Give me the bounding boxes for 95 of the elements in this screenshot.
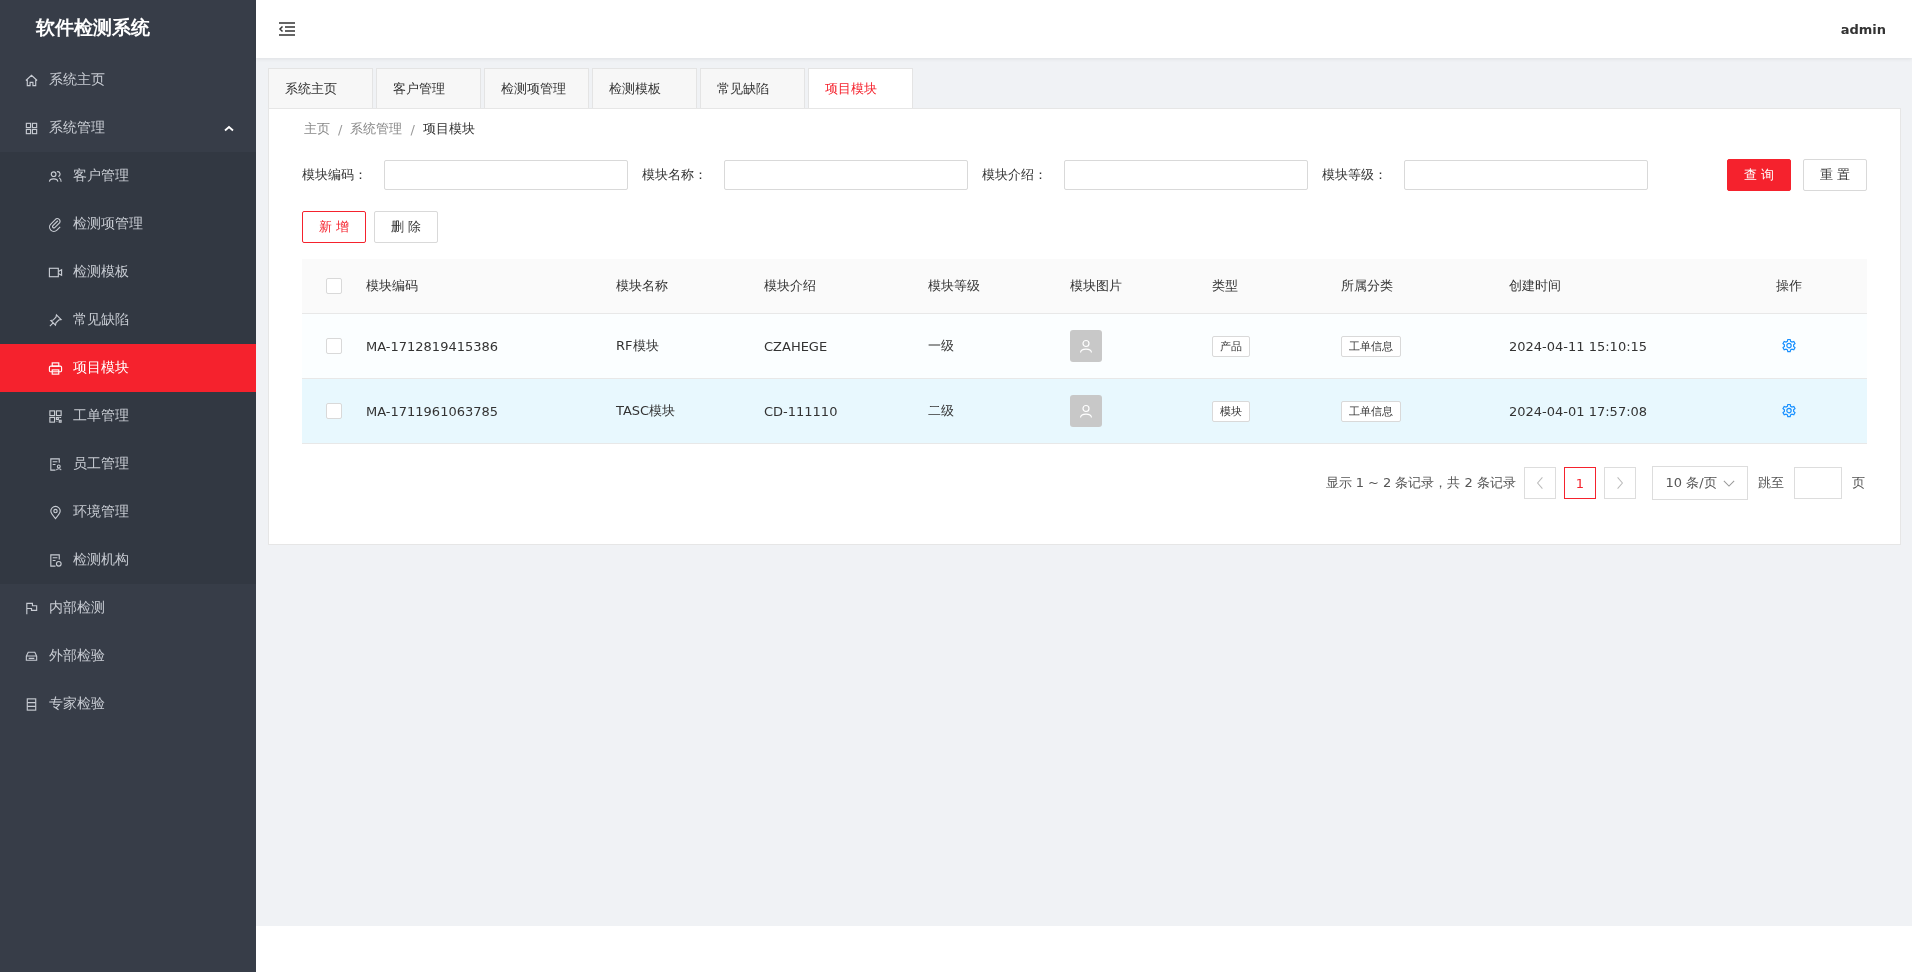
table-cell: MA-1711961063785	[366, 403, 499, 419]
column-header: 类型	[1212, 278, 1238, 293]
image-placeholder	[1070, 330, 1102, 362]
docuser-icon	[48, 456, 63, 472]
table-cell: 二级	[928, 403, 954, 418]
jump-label: 跳至	[1757, 474, 1785, 492]
reset-button[interactable]: 重 置	[1802, 159, 1867, 191]
qr-icon	[48, 408, 63, 424]
type-tag: 模块	[1212, 400, 1250, 422]
previous-page-button[interactable]	[1524, 467, 1556, 499]
grid-icon	[24, 120, 39, 136]
location-icon	[48, 504, 63, 520]
sidebar-item[interactable]: 外部检验	[0, 632, 256, 680]
page-tab[interactable]: 检测模板	[592, 68, 697, 108]
table-row[interactable]: MA-1711961063785 TASC模块 CD-111110 二级 模块 工单信息 2024-04-01 17:57:08	[302, 379, 1867, 444]
breadcrumb-item[interactable]: 系统管理	[350, 120, 403, 138]
sidebar-item[interactable]: 专家检验	[0, 680, 256, 728]
home-icon	[24, 72, 39, 88]
table-cell: TASC模块	[616, 403, 676, 418]
checkbox[interactable]	[326, 278, 342, 294]
table-cell: MA-1712819415386	[366, 338, 499, 354]
users-icon	[48, 168, 63, 184]
page-tab[interactable]: 项目模块	[808, 68, 913, 108]
sidebar-item[interactable]: 环境管理	[0, 488, 256, 536]
filter-label: 模块等级：	[1322, 166, 1388, 184]
doc-icon	[48, 552, 63, 568]
chevron-right-icon	[1616, 476, 1624, 490]
column-header: 所属分类	[1341, 278, 1393, 293]
printer-icon	[48, 360, 63, 376]
page-input[interactable]	[1794, 467, 1842, 499]
column-header: 模块图片	[1070, 278, 1122, 293]
menu-icon[interactable]	[278, 22, 296, 36]
category-tag: 工单信息	[1341, 400, 1401, 422]
breadcrumb-item: 项目模块	[422, 120, 475, 138]
settings-icon[interactable]	[1781, 403, 1797, 419]
input-field[interactable]	[1404, 160, 1648, 190]
query-button[interactable]: 查 询	[1726, 159, 1791, 191]
page-button[interactable]: 1	[1564, 467, 1596, 499]
table-cell: 一级	[928, 338, 954, 353]
page-tab[interactable]: 检测项管理	[484, 68, 589, 108]
next-page-button[interactable]	[1604, 467, 1636, 499]
user-name[interactable]: admin	[1840, 21, 1886, 37]
image-placeholder	[1070, 395, 1102, 427]
filter-label: 模块编码：	[302, 166, 368, 184]
flag-icon	[24, 600, 39, 616]
category-tag: 工单信息	[1341, 335, 1401, 357]
sidebar-item[interactable]: 项目模块	[0, 344, 256, 392]
input-field[interactable]	[1064, 160, 1308, 190]
filter-label: 模块名称：	[642, 166, 708, 184]
server-icon	[24, 696, 39, 712]
filter-label: 模块介绍：	[982, 166, 1048, 184]
table-cell: 2024-04-11 15:10:15	[1509, 338, 1648, 354]
table-cell: CZAHEGE	[764, 338, 828, 354]
column-header: 创建时间	[1509, 278, 1561, 293]
table-row[interactable]: MA-1712819415386 RF模块 CZAHEGE 一级 产品 工单信息 2024-04-11 15:10:15	[302, 314, 1867, 379]
table-cell: RF模块	[616, 338, 659, 353]
page-size-select[interactable]: 10 条/页	[1652, 466, 1748, 500]
page-unit: 页	[1851, 474, 1866, 492]
sidebar-item[interactable]: 系统主页	[0, 56, 256, 104]
column-header: 模块编码	[366, 278, 418, 293]
input-field[interactable]	[384, 160, 628, 190]
sidebar-item[interactable]: 检测模板	[0, 248, 256, 296]
pagination-summary: 显示 1 ~ 2 条记录，共 2 条记录	[1325, 474, 1516, 492]
breadcrumb-separator: /	[410, 121, 415, 137]
page-tab[interactable]: 系统主页	[268, 68, 373, 108]
sidebar-item[interactable]: 检测机构	[0, 536, 256, 584]
type-tag: 产品	[1212, 335, 1250, 357]
checkbox[interactable]	[326, 403, 342, 419]
breadcrumb-separator: /	[338, 121, 343, 137]
breadcrumb-item[interactable]: 主页	[304, 120, 330, 138]
sidebar-item[interactable]: 工单管理	[0, 392, 256, 440]
sidebar-item[interactable]: 内部检测	[0, 584, 256, 632]
table-cell: CD-111110	[764, 403, 838, 419]
add-button[interactable]: 新 增	[302, 211, 367, 243]
pin-icon	[48, 312, 63, 328]
clip-icon	[48, 216, 63, 232]
app-title: 软件检测系统	[34, 15, 151, 40]
input-field[interactable]	[724, 160, 968, 190]
column-header: 模块名称	[616, 278, 668, 293]
column-header: 模块介绍	[764, 278, 816, 293]
checkbox[interactable]	[326, 338, 342, 354]
sidebar-item[interactable]: 客户管理	[0, 152, 256, 200]
delete-button[interactable]: 删 除	[374, 211, 439, 243]
table-cell: 2024-04-01 17:57:08	[1509, 403, 1648, 419]
sidebar-item[interactable]: 系统管理	[0, 104, 256, 152]
page-tab[interactable]: 常见缺陷	[700, 68, 805, 108]
sidebar-item[interactable]: 常见缺陷	[0, 296, 256, 344]
column-header: 模块等级	[928, 278, 980, 293]
chevron-down-icon	[1722, 479, 1735, 487]
sidebar-item[interactable]: 员工管理	[0, 440, 256, 488]
settings-icon[interactable]	[1781, 338, 1797, 354]
chevron-left-icon	[1536, 476, 1544, 490]
column-header: 操作	[1776, 277, 1802, 295]
page-tab[interactable]: 客户管理	[376, 68, 481, 108]
sidebar-item[interactable]: 检测项管理	[0, 200, 256, 248]
